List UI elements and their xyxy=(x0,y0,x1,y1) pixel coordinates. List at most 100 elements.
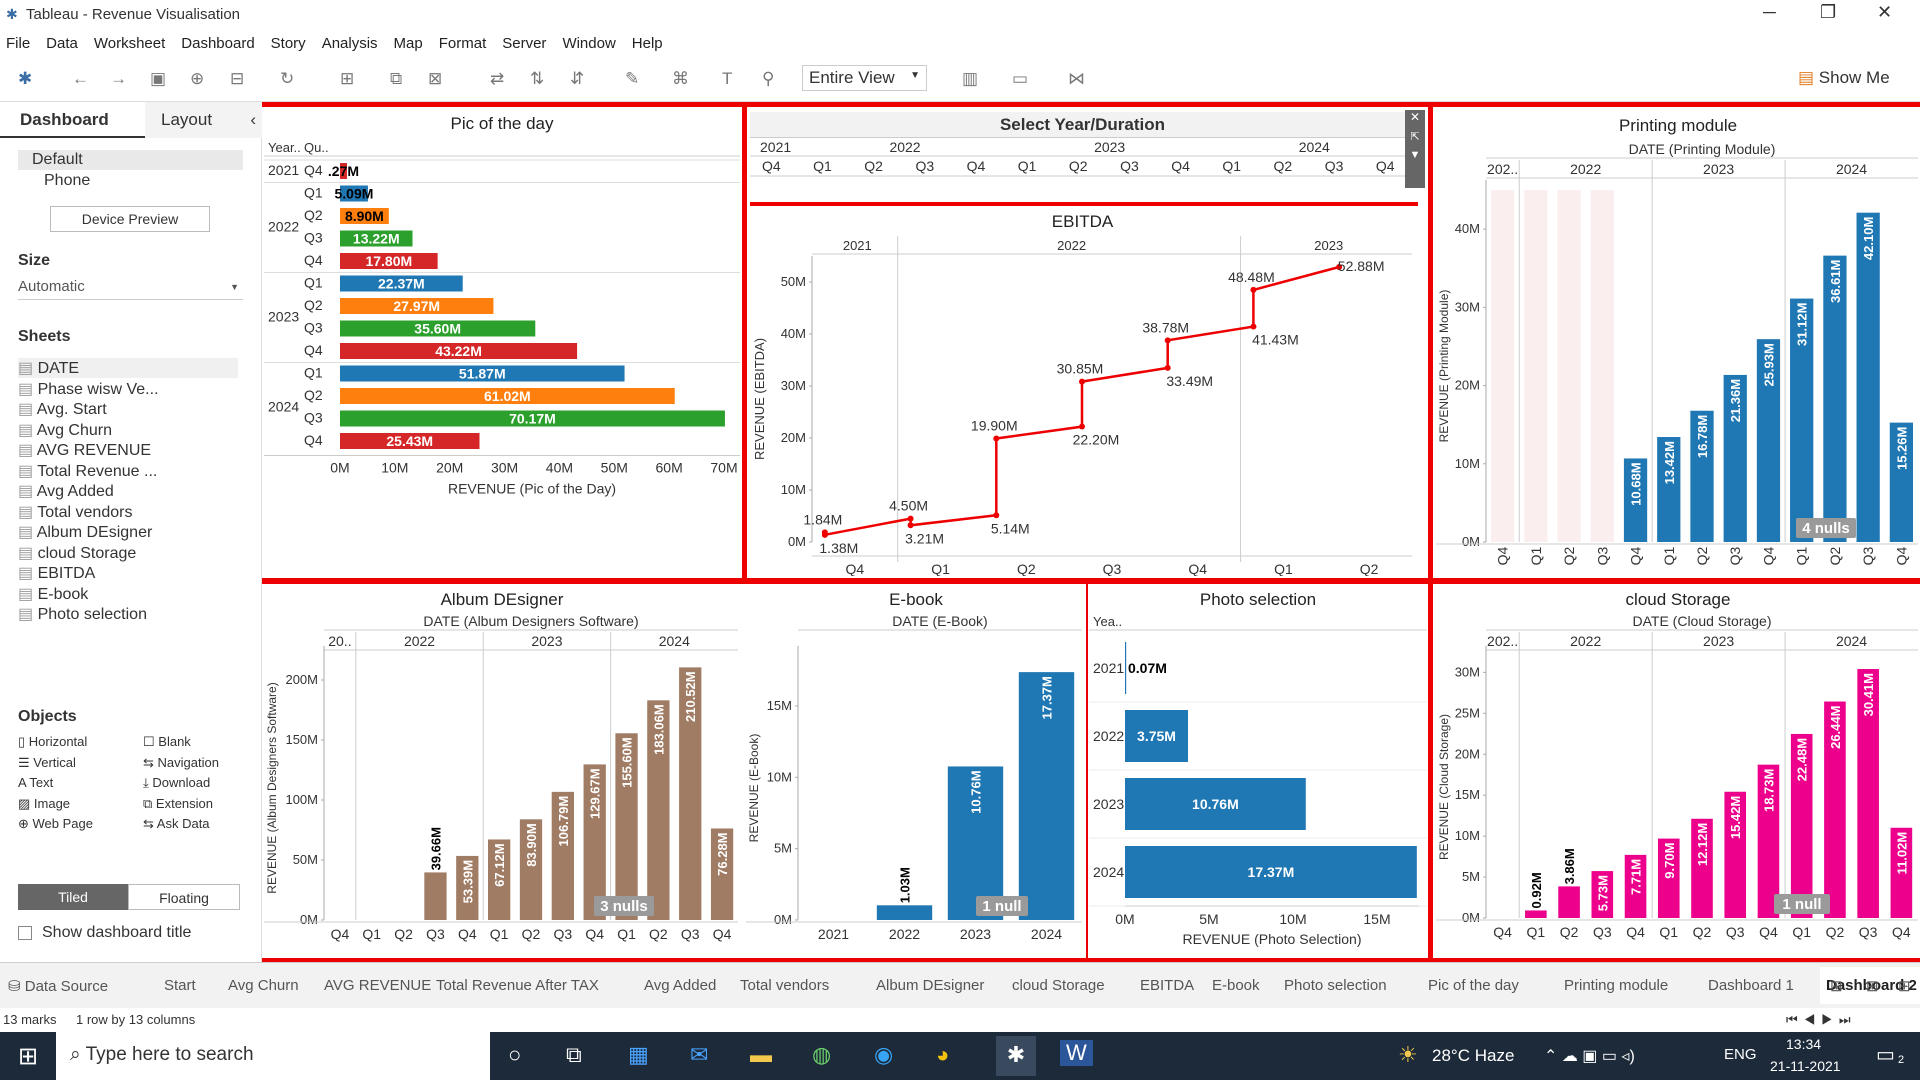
photos-icon[interactable]: ◍ xyxy=(812,1042,831,1068)
sheet-item[interactable]: ▤ AVG REVENUE xyxy=(18,440,238,460)
sheet-tab[interactable]: Start xyxy=(164,977,196,994)
object-blank[interactable]: ☐ Blank xyxy=(143,734,191,750)
menu-data[interactable]: Data xyxy=(46,35,78,52)
menu-server[interactable]: Server xyxy=(502,35,546,52)
album-designer-chart[interactable]: DATE (Album Designers Software) 20.. 2022 2… xyxy=(264,612,740,956)
cloud-storage-chart[interactable]: DATE (Cloud Storage) 202.. 2022 2023 2024 0M 5… xyxy=(1436,612,1920,956)
sort-desc-icon[interactable]: ⇵ xyxy=(570,69,584,89)
new-sheet-icon[interactable]: ⊞ xyxy=(340,69,354,89)
ebitda-chart[interactable]: 2021 2022 2023 0M 10M 20M 30M 40M 50M Q4 Q1 Q2 Q3 Q4 Q… xyxy=(750,236,1415,576)
sheet-item[interactable]: ▤ E-book xyxy=(18,584,238,604)
sheet-item[interactable]: ▤ Phase wisw Ve... xyxy=(18,379,238,399)
share-icon[interactable]: ⋈ xyxy=(1068,69,1085,89)
store-icon[interactable]: ▦ xyxy=(628,1042,649,1068)
sheet-item[interactable]: ▤ Total vendors xyxy=(18,502,238,522)
object-web-page[interactable]: ⊕ Web Page xyxy=(18,816,93,832)
tray-icons[interactable]: ⌃ ☁ ▣ ▭ ◃) xyxy=(1544,1046,1635,1066)
task-view-icon[interactable]: ⧉ xyxy=(566,1042,582,1068)
windows-start-icon[interactable]: ⊞ xyxy=(18,1042,38,1071)
sort-asc-icon[interactable]: ⇅ xyxy=(530,69,544,89)
sheet-tab[interactable]: Printing module xyxy=(1564,977,1668,994)
menu-worksheet[interactable]: Worksheet xyxy=(94,35,165,52)
sheet-tab[interactable]: Total vendors xyxy=(740,977,829,994)
chrome-icon[interactable]: ◕ xyxy=(936,1042,949,1068)
menu-window[interactable]: Window xyxy=(562,35,615,52)
show-cards-icon[interactable]: ▥ xyxy=(962,69,978,89)
close-icon[interactable]: ✕ xyxy=(1877,2,1892,23)
sheet-tab[interactable]: cloud Storage xyxy=(1012,977,1105,994)
notification-icon[interactable]: ▭ xyxy=(1876,1042,1895,1067)
sheet-tab[interactable]: Album DEsigner xyxy=(876,977,984,994)
refresh-icon[interactable]: ↻ xyxy=(280,69,294,89)
taskbar-search[interactable]: ⌕ Type here to search xyxy=(56,1032,490,1080)
show-me-button[interactable]: ▤ Show Me xyxy=(1798,68,1890,88)
group-icon[interactable]: ⌘ xyxy=(672,69,689,89)
save-icon[interactable]: ▣ xyxy=(150,69,166,89)
clock-time[interactable]: 13:34 xyxy=(1786,1036,1821,1052)
device-default[interactable]: Default xyxy=(18,150,243,170)
duplicate-icon[interactable]: ⧉ xyxy=(390,69,402,89)
new-datasource-icon[interactable]: ⊕ xyxy=(190,69,204,89)
mail-icon[interactable]: ✉ xyxy=(690,1042,708,1068)
object-image[interactable]: ▨ Image xyxy=(18,796,70,812)
clock-date[interactable]: 21-11-2021 xyxy=(1770,1058,1841,1074)
object-ask-data[interactable]: ⇆ Ask Data xyxy=(143,816,210,832)
sheet-tab[interactable]: AVG REVENUE xyxy=(324,977,431,994)
sheet-tab[interactable]: Total Revenue After TAX xyxy=(436,977,599,994)
show-title-checkbox[interactable] xyxy=(18,926,32,940)
menu-story[interactable]: Story xyxy=(271,35,306,52)
new-story-icon[interactable]: ⊞ xyxy=(1898,977,1911,995)
sheet-item[interactable]: ▤ cloud Storage xyxy=(18,543,238,563)
device-preview-button[interactable]: Device Preview xyxy=(50,206,210,232)
sheet-tab[interactable]: EBITDA xyxy=(1140,977,1194,994)
data-source-tab[interactable]: ⛁ Data Source xyxy=(8,977,108,995)
menu-dashboard[interactable]: Dashboard xyxy=(181,35,254,52)
sheet-tab[interactable]: Photo selection xyxy=(1284,977,1387,994)
sheet-item[interactable]: ▤ Avg Churn xyxy=(18,420,238,440)
edge-icon[interactable]: ◉ xyxy=(874,1042,893,1068)
sheet-navigation-icon[interactable]: ⏮◀▶⏭ xyxy=(1786,1012,1857,1028)
sheet-item[interactable]: ▤ Album DEsigner xyxy=(18,522,238,542)
redo-icon[interactable]: → xyxy=(110,69,127,89)
pause-icon[interactable]: ⊟ xyxy=(230,69,244,89)
sheet-tab[interactable]: Pic of the day xyxy=(1428,977,1519,994)
printing-module-chart[interactable]: DATE (Printing Module) 202.. 2022 2023 2024 0… xyxy=(1436,140,1920,576)
object-download[interactable]: ⤓ Download xyxy=(143,775,210,791)
label-icon[interactable]: T xyxy=(722,69,732,89)
object-extension[interactable]: ⧉ Extension xyxy=(143,796,213,812)
word-icon[interactable]: W xyxy=(1060,1040,1093,1066)
pin-icon[interactable]: ⚲ xyxy=(762,69,774,89)
swap-icon[interactable]: ⇄ xyxy=(490,69,504,89)
device-phone[interactable]: Phone xyxy=(44,172,90,190)
language-indicator[interactable]: ENG xyxy=(1724,1046,1757,1063)
tableau-icon[interactable]: ✱ xyxy=(18,69,32,89)
go-to-sheet-icon[interactable]: ⇱ xyxy=(1405,130,1425,143)
sheet-item[interactable]: ▤ EBITDA xyxy=(18,563,238,583)
menu-map[interactable]: Map xyxy=(394,35,423,52)
menu-format[interactable]: Format xyxy=(439,35,487,52)
fit-dropdown[interactable]: Entire View ▼ xyxy=(802,65,927,91)
sheet-tab[interactable]: Avg Churn xyxy=(228,977,299,994)
sheet-item[interactable]: ▤ Photo selection xyxy=(18,604,238,624)
highlight-icon[interactable]: ✎ xyxy=(625,69,639,89)
filter-icon[interactable]: ▼ xyxy=(1405,149,1425,161)
object-text[interactable]: A Text xyxy=(18,775,53,790)
menu-help[interactable]: Help xyxy=(632,35,663,52)
new-worksheet-icon[interactable]: ⊞ xyxy=(1830,977,1843,995)
object-navigation[interactable]: ⇆ Navigation xyxy=(143,755,219,771)
photo-selection-chart[interactable]: Yea.. 2021 0.07M 2022 3.75M 2023 10.76M 2024 17.… xyxy=(1089,612,1427,956)
menu-file[interactable]: File xyxy=(6,35,30,52)
undo-icon[interactable]: ← xyxy=(72,69,89,89)
file-explorer-icon[interactable]: ▬ xyxy=(750,1042,772,1068)
cortana-icon[interactable]: ○ xyxy=(508,1042,521,1068)
pic-of-the-day-chart[interactable]: Year.. Qu.. Q4 .27M Q1 5.09M Q2 8.90M Q3 13.22M Q4… xyxy=(264,138,740,576)
tab-layout[interactable]: Layout ‹ xyxy=(145,102,262,138)
menu-analysis[interactable]: Analysis xyxy=(322,35,378,52)
sheet-item[interactable]: ▤ Avg Added xyxy=(18,481,238,501)
sheet-item[interactable]: ▤ DATE xyxy=(18,358,238,378)
remove-zone-icon[interactable]: ✕ xyxy=(1405,110,1425,124)
sheet-item[interactable]: ▤ Total Revenue ... xyxy=(18,461,238,481)
ebook-chart[interactable]: DATE (E-Book) 0M 5M 10M 15M REVENUE (E-Book) 2… xyxy=(746,612,1086,956)
size-dropdown[interactable]: Automatic ▼ xyxy=(18,278,243,300)
sheet-tab[interactable]: Avg Added xyxy=(644,977,716,994)
